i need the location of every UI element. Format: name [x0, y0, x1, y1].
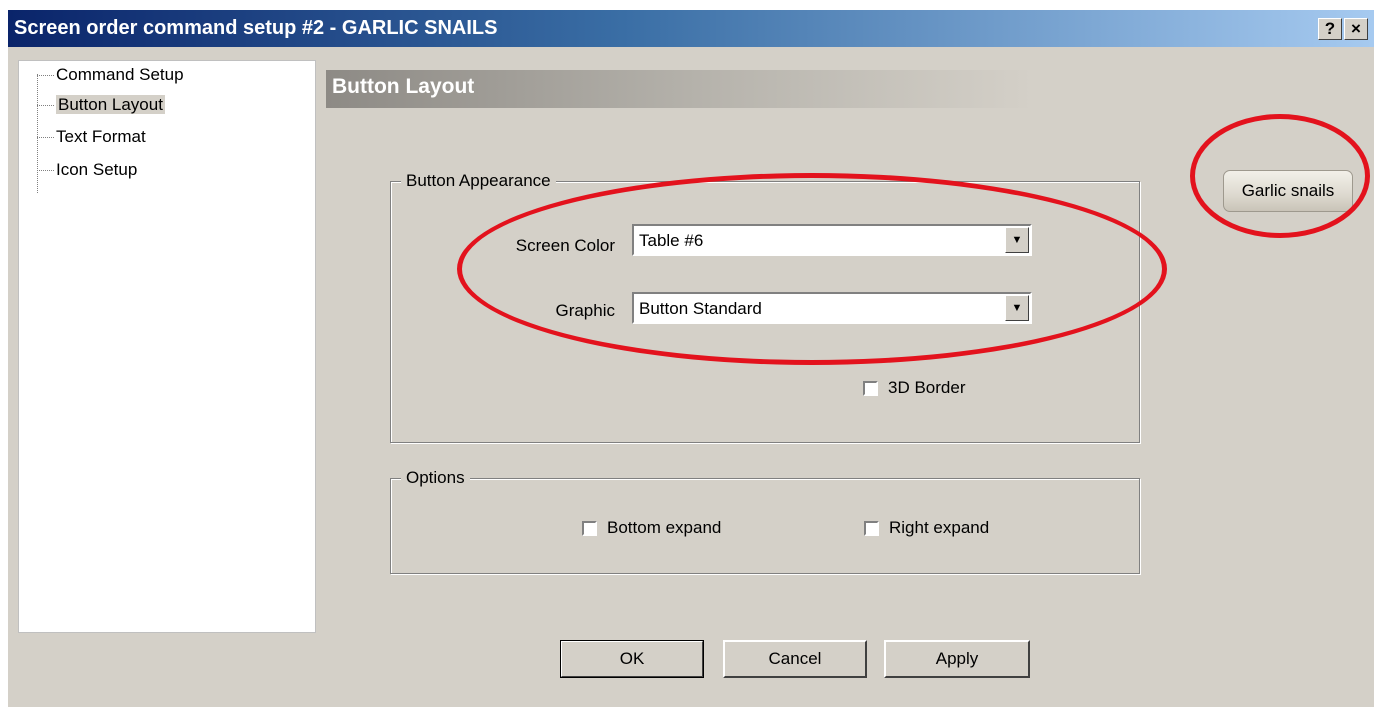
- screen-color-dropdown[interactable]: Table #6 ▼: [632, 224, 1032, 256]
- tree-item-label: Text Format: [56, 127, 146, 146]
- dropdown-value: Button Standard: [639, 299, 762, 318]
- tree-item-command-setup[interactable]: Command Setup: [37, 61, 184, 89]
- group-label: Button Appearance: [401, 171, 556, 191]
- section-title: Button Layout: [332, 75, 475, 98]
- checkbox-label: Bottom expand: [607, 518, 722, 537]
- chevron-down-icon[interactable]: ▼: [1005, 295, 1029, 321]
- group-label: Options: [401, 468, 470, 488]
- apply-button[interactable]: Apply: [884, 640, 1030, 678]
- help-button[interactable]: ?: [1318, 18, 1342, 40]
- dialog-window: Screen order command setup #2 - GARLIC S…: [8, 10, 1374, 707]
- title-bar: Screen order command setup #2 - GARLIC S…: [8, 10, 1374, 47]
- preview-button[interactable]: Garlic snails: [1223, 170, 1353, 212]
- checkbox-box[interactable]: [863, 380, 878, 396]
- tree-item-label: Button Layout: [56, 95, 165, 114]
- cancel-button[interactable]: Cancel: [723, 640, 867, 678]
- tree-item-icon-setup[interactable]: Icon Setup: [37, 156, 137, 184]
- tree-branch-icon: [37, 105, 54, 107]
- options-group: Options: [390, 468, 1140, 574]
- section-header: Button Layout: [326, 70, 1034, 108]
- settings-tree: Command Setup Button Layout Text Format …: [18, 60, 316, 633]
- tree-item-label: Icon Setup: [56, 160, 138, 179]
- window-title: Screen order command setup #2 - GARLIC S…: [14, 17, 498, 39]
- checkbox-label: 3D Border: [888, 378, 966, 397]
- chevron-down-icon[interactable]: ▼: [1005, 227, 1029, 253]
- ok-button[interactable]: OK: [560, 640, 704, 678]
- right-expand-checkbox[interactable]: Right expand: [864, 518, 989, 538]
- graphic-dropdown[interactable]: Button Standard ▼: [632, 292, 1032, 324]
- tree-branch-icon: [37, 75, 54, 77]
- 3d-border-checkbox[interactable]: 3D Border: [863, 378, 965, 398]
- tree-item-text-format[interactable]: Text Format: [37, 123, 146, 151]
- dropdown-value: Table #6: [639, 231, 704, 250]
- checkbox-box[interactable]: [582, 520, 597, 536]
- checkbox-label: Right expand: [889, 518, 990, 537]
- tree-branch-icon: [37, 170, 54, 172]
- tree-branch-icon: [37, 137, 54, 139]
- graphic-label: Graphic: [555, 301, 615, 320]
- screen-color-label: Screen Color: [515, 236, 615, 255]
- checkbox-box[interactable]: [864, 520, 879, 536]
- tree-item-button-layout[interactable]: Button Layout: [37, 91, 165, 119]
- close-button[interactable]: ×: [1344, 18, 1368, 40]
- bottom-expand-checkbox[interactable]: Bottom expand: [582, 518, 721, 538]
- tree-item-label: Command Setup: [56, 65, 184, 84]
